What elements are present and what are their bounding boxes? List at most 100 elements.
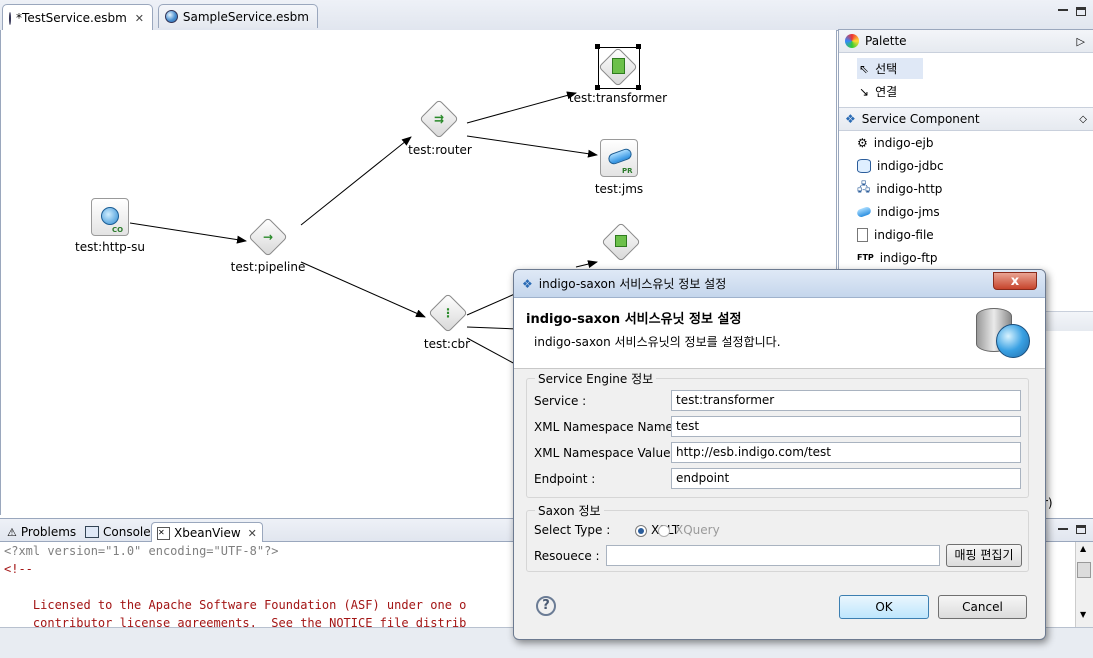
- tab-label: SampleService.esbm: [182, 9, 309, 24]
- xml-namespace-name-field[interactable]: test: [671, 416, 1021, 437]
- palette-item-indigo-jdbc[interactable]: indigo-jdbc: [839, 154, 1093, 177]
- palette-icon: [845, 34, 859, 48]
- esbm-file-icon: [9, 11, 12, 25]
- palette-item-indigo-ftp[interactable]: FTP indigo-ftp: [839, 246, 1093, 269]
- cbr-label: test:cbr: [423, 337, 471, 351]
- database-icon: [857, 158, 871, 173]
- scrollbar[interactable]: ▲ ▼: [1075, 542, 1093, 627]
- dialog-title: indigo-saxon 서비스유닛 정보 설정: [538, 277, 727, 291]
- help-icon[interactable]: ?: [536, 596, 556, 616]
- editor-tab-bar: *TestService.esbm ✕ SampleService.esbm: [0, 0, 1070, 31]
- scroll-up-icon[interactable]: ▲: [1080, 544, 1086, 553]
- tab-sampleservice[interactable]: SampleService.esbm: [158, 4, 318, 28]
- esbm-file-icon: [165, 10, 178, 23]
- xml-namespace-value-field[interactable]: http://esb.indigo.com/test: [671, 442, 1021, 463]
- pipeline-icon: →: [262, 230, 274, 244]
- tool-label: 선택: [875, 62, 898, 76]
- tab-console[interactable]: Console: [80, 522, 156, 542]
- xbean-icon: ✕: [157, 526, 170, 540]
- group-title: Saxon 정보: [535, 502, 604, 519]
- component-section-icon: ❖: [522, 276, 533, 291]
- tab-xbeanview[interactable]: ✕ XbeanView ✕: [151, 522, 263, 543]
- arrow-pointer-icon: ⇖: [859, 61, 870, 76]
- tab-label: Problems: [20, 525, 77, 539]
- dialog-header-title: indigo-saxon 서비스유닛 정보 설정: [526, 312, 742, 327]
- service-field[interactable]: test:transformer: [671, 390, 1021, 411]
- endpoint-label: Endpoint :: [534, 472, 596, 486]
- endpoint-field[interactable]: endpoint: [671, 468, 1021, 489]
- close-icon[interactable]: ✕: [135, 12, 144, 25]
- scrollbar-thumb[interactable]: [1077, 562, 1091, 578]
- chevron-right-icon[interactable]: ▷: [1077, 35, 1085, 48]
- cube-icon: [615, 235, 627, 247]
- close-icon[interactable]: ✕: [248, 527, 257, 540]
- maximize-icon[interactable]: [1076, 525, 1086, 534]
- tab-problems[interactable]: ⚠ Problems: [2, 522, 81, 542]
- gear-icon: ⚙: [857, 135, 868, 150]
- palette-item-indigo-jms[interactable]: indigo-jms: [839, 200, 1093, 223]
- xquery-label: XQuery: [675, 523, 720, 537]
- service-label: Service :: [534, 394, 587, 408]
- palette-header[interactable]: Palette ▷: [839, 30, 1093, 53]
- select-type-label: Select Type :: [534, 523, 611, 537]
- jms-node[interactable]: PR: [600, 139, 638, 177]
- palette-top-bar: [838, 0, 1093, 30]
- globe-icon: [101, 207, 119, 225]
- console-icon: [85, 526, 99, 538]
- pipeline-label: test:pipeline: [230, 260, 306, 274]
- router-icon: ⇉: [433, 112, 445, 126]
- dialog-banner: indigo-saxon 서비스유닛 정보 설정 indigo-saxon 서비…: [514, 298, 1045, 369]
- transform-document-icon: [612, 58, 625, 74]
- resize-handle[interactable]: [595, 85, 600, 90]
- router-label: test:router: [408, 143, 472, 157]
- item-label: indigo-jdbc: [877, 158, 944, 173]
- palette-title: Palette: [865, 34, 907, 48]
- palette-item-indigo-http[interactable]: 🖧 indigo-http: [839, 177, 1093, 200]
- http-su-node[interactable]: CO: [91, 198, 129, 236]
- item-label: indigo-ejb: [873, 135, 934, 150]
- xquery-radio[interactable]: [658, 525, 670, 537]
- service-component-section[interactable]: ❖ Service Component ◇: [839, 107, 1093, 131]
- maximize-icon[interactable]: [1076, 7, 1086, 16]
- dialog-header-description: indigo-saxon 서비스유닛의 정보를 설정합니다.: [534, 335, 781, 349]
- file-icon: [857, 227, 868, 242]
- palette-tool-connect[interactable]: ↘ 연결: [839, 80, 1093, 103]
- jms-label: test:jms: [594, 182, 644, 196]
- connection-icon: ↘: [859, 84, 870, 99]
- group-title: Service Engine 정보: [535, 370, 657, 387]
- mapping-editor-button[interactable]: 매핑 편집기: [946, 544, 1022, 567]
- resize-handle[interactable]: [636, 85, 641, 90]
- resize-handle[interactable]: [595, 44, 600, 49]
- http-su-label: test:http-su: [75, 240, 145, 254]
- ok-button[interactable]: OK: [839, 595, 929, 619]
- minimize-icon[interactable]: [1058, 528, 1068, 530]
- resize-handle[interactable]: [636, 44, 641, 49]
- resource-label: Resouece :: [534, 549, 600, 563]
- pr-badge: PR: [622, 167, 633, 175]
- xml-namespace-name-label: XML Namespace Name :: [534, 420, 681, 434]
- resource-field[interactable]: [606, 545, 940, 566]
- palette-tool-select[interactable]: ⇖ 선택: [839, 57, 1093, 80]
- tab-label: XbeanView: [174, 526, 241, 540]
- scroll-down-icon[interactable]: ▼: [1080, 610, 1086, 619]
- dialog-titlebar[interactable]: ❖ indigo-saxon 서비스유닛 정보 설정 x: [514, 270, 1045, 298]
- minimize-icon[interactable]: [1058, 9, 1068, 11]
- transformer-label: test:transformer: [568, 91, 668, 105]
- palette-item-indigo-ejb[interactable]: ⚙ indigo-ejb: [839, 131, 1093, 154]
- item-label: indigo-file: [874, 227, 934, 242]
- palette-item-indigo-file[interactable]: indigo-file: [839, 223, 1093, 246]
- pipe-icon: [856, 205, 872, 218]
- co-badge: CO: [112, 226, 124, 234]
- globe-icon: [996, 324, 1030, 358]
- saxon-settings-dialog: ❖ indigo-saxon 서비스유닛 정보 설정 x indigo-saxo…: [513, 269, 1046, 640]
- cancel-button[interactable]: Cancel: [938, 595, 1027, 619]
- xslt-radio[interactable]: [635, 525, 647, 537]
- problems-icon: ⚠: [7, 525, 17, 539]
- item-label: indigo-http: [876, 181, 943, 196]
- close-button[interactable]: x: [993, 272, 1037, 290]
- item-label: indigo-ftp: [879, 250, 938, 265]
- cbr-icon: ⋮: [442, 306, 454, 320]
- collapse-icon[interactable]: ◇: [1079, 114, 1087, 125]
- tab-testservice[interactable]: *TestService.esbm ✕: [2, 4, 153, 31]
- pipe-icon: [606, 147, 634, 166]
